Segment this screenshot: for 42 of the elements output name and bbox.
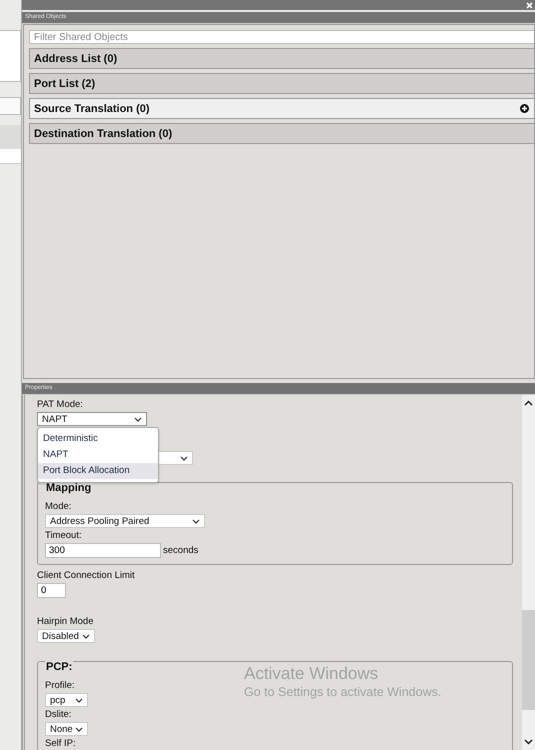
dropdown[interactable]: None	[45, 722, 88, 736]
group-title: Mapping	[45, 482, 92, 494]
field-label: Mode:	[45, 501, 72, 512]
add-icon[interactable]	[520, 104, 529, 113]
menu-item[interactable]: Port Block Allocation	[38, 463, 158, 479]
input-field[interactable]: 0	[37, 583, 66, 598]
scrollbar[interactable]	[522, 395, 535, 750]
unit-label: seconds	[163, 545, 198, 556]
dropdown[interactable]: Disabled	[37, 629, 95, 643]
section-header[interactable]: Port List (2)	[29, 73, 534, 94]
field-label: PAT Mode:	[37, 399, 84, 410]
panel-edge	[0, 97, 21, 115]
caret-icon	[134, 416, 142, 422]
field-label: Self IP:	[45, 738, 77, 749]
section-header[interactable]: Source Translation (0)	[29, 98, 534, 119]
caret-icon	[75, 698, 83, 702]
caret-icon	[192, 518, 200, 524]
panel-edge	[0, 30, 21, 82]
dropdown[interactable]: pcp	[45, 693, 88, 707]
section-header[interactable]: Destination Translation (0)	[29, 123, 534, 144]
caret-icon	[180, 456, 188, 460]
scroll-up-icon[interactable]	[524, 400, 533, 406]
field-label: Hairpin Mode	[37, 616, 94, 627]
menu-item[interactable]: Deterministic	[38, 431, 158, 447]
field-label: Dslite:	[45, 709, 72, 720]
input-field[interactable]: 300	[45, 543, 161, 558]
field-label: Profile:	[45, 680, 76, 691]
dropdown[interactable]: Address Pooling Paired	[45, 514, 205, 528]
group-title: PCP:	[45, 661, 74, 673]
caret-icon	[75, 726, 83, 732]
scroll-down-icon[interactable]	[524, 739, 533, 745]
close-icon[interactable]	[526, 2, 533, 8]
watermark-text: Go to Settings to activate Windows.	[244, 684, 442, 700]
field-label: Client Connection Limit	[37, 570, 136, 581]
field-label: Timeout:	[45, 530, 83, 541]
caret-icon	[82, 634, 90, 638]
section-header[interactable]: Address List (0)	[29, 48, 534, 69]
dropdown[interactable]: NAPT	[37, 412, 147, 426]
filter-field[interactable]: Filter Shared Objects	[29, 30, 534, 44]
menu-item[interactable]: NAPT	[38, 447, 158, 463]
watermark-title: Activate Windows	[244, 664, 380, 684]
scroll-thumb[interactable]	[522, 610, 535, 710]
